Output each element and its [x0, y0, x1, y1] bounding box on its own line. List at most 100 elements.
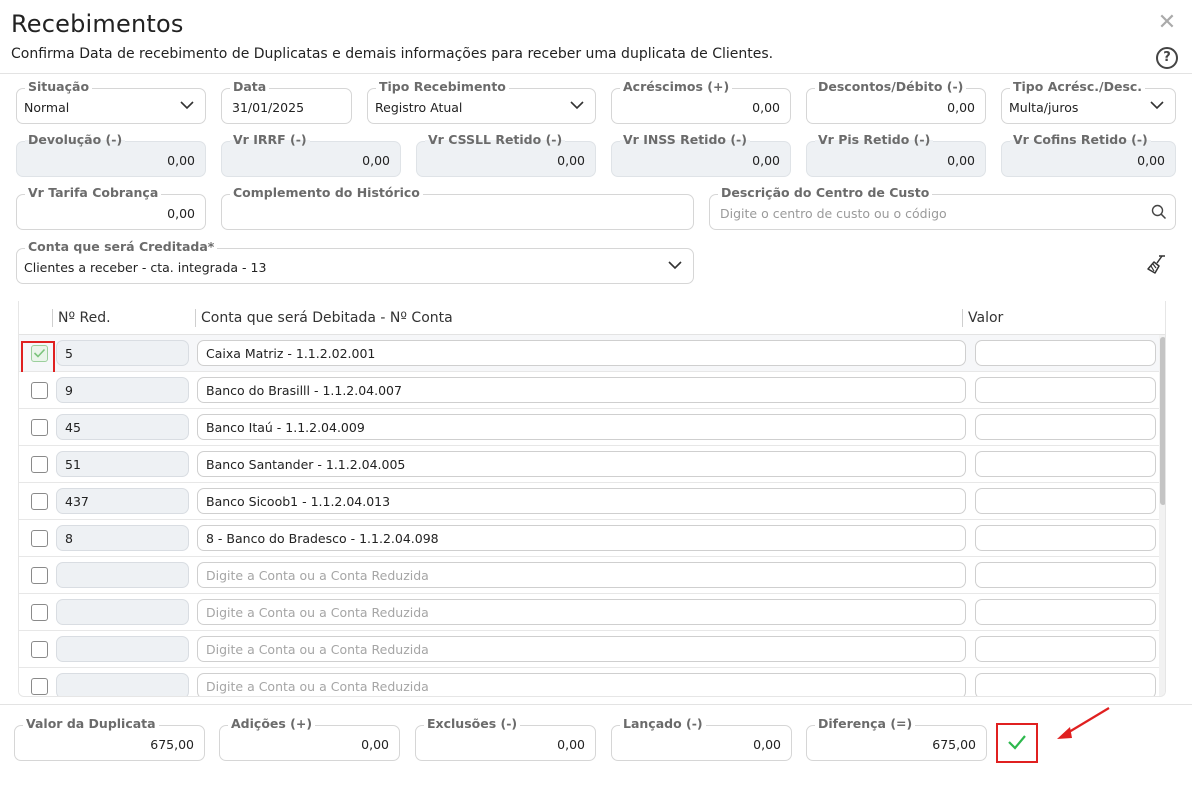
vr-irrf-value: 0,00 [362, 153, 390, 168]
acrescimos-value: 0,00 [752, 100, 780, 115]
valor-duplicata-value: 675,00 [150, 737, 194, 752]
valor-input[interactable] [975, 488, 1156, 514]
chevron-down-icon [570, 101, 584, 110]
column-header-valor[interactable]: Valor [968, 310, 1003, 326]
confirm-button[interactable] [996, 723, 1038, 763]
data-field[interactable]: Data 31/01/2025 [221, 79, 352, 124]
conta-input[interactable]: Banco Sicoob1 - 1.1.2.04.013 [197, 488, 966, 514]
row-checkbox[interactable] [31, 456, 48, 473]
acrescimos-label: Acréscimos (+) [620, 79, 733, 95]
situacao-select[interactable]: Situação Normal [16, 79, 206, 124]
exclusoes-label: Exclusões (-) [424, 716, 521, 732]
conta-input[interactable]: Digite a Conta ou a Conta Reduzida [197, 562, 966, 588]
valor-input[interactable] [975, 562, 1156, 588]
tipo-recebimento-select[interactable]: Tipo Recebimento Registro Atual [367, 79, 596, 124]
vr-tarifa-value: 0,00 [167, 206, 195, 221]
help-icon[interactable]: ? [1156, 47, 1178, 69]
vr-csll-value: 0,00 [557, 153, 585, 168]
valor-input[interactable] [975, 636, 1156, 662]
conta-creditada-select[interactable]: Conta que será Creditada* Clientes a rec… [16, 239, 694, 284]
conta-input[interactable]: Banco Santander - 1.1.2.04.005 [197, 451, 966, 477]
table-row[interactable]: Digite a Conta ou a Conta Reduzida [19, 594, 1159, 631]
close-icon[interactable]: ✕ [1156, 12, 1178, 34]
vr-inss-value: 0,00 [752, 153, 780, 168]
conta-input[interactable]: Digite a Conta ou a Conta Reduzida [197, 636, 966, 662]
row-checkbox[interactable] [31, 604, 48, 621]
table-row[interactable]: 8 8 - Banco do Bradesco - 1.1.2.04.098 [19, 520, 1159, 557]
devolucao-value: 0,00 [167, 153, 195, 168]
conta-input[interactable]: Banco Itaú - 1.1.2.04.009 [197, 414, 966, 440]
nred-cell: 437 [56, 488, 189, 514]
vr-cofins-field: Vr Cofins Retido (-) 0,00 [1001, 132, 1176, 177]
annotation-arrow-icon [1057, 707, 1110, 739]
conta-input[interactable]: Banco do Brasilll - 1.1.2.04.007 [197, 377, 966, 403]
complemento-field[interactable]: Complemento do Histórico [221, 185, 694, 230]
adicoes-field: Adições (+) 0,00 [219, 716, 400, 761]
search-icon[interactable] [1151, 204, 1167, 220]
data-label: Data [230, 79, 270, 95]
lancado-field: Lançado (-) 0,00 [611, 716, 792, 761]
exclusoes-value: 0,00 [557, 737, 585, 752]
grid-scrollbar-thumb[interactable] [1160, 337, 1165, 505]
row-checkbox[interactable] [31, 493, 48, 510]
row-checkbox[interactable] [31, 530, 48, 547]
nred-cell [56, 599, 189, 625]
vr-tarifa-label: Vr Tarifa Cobrança [25, 185, 162, 201]
valor-input[interactable] [975, 340, 1156, 366]
table-row[interactable]: 9 Banco do Brasilll - 1.1.2.04.007 [19, 372, 1159, 409]
conta-input[interactable]: Caixa Matriz - 1.1.2.02.001 [197, 340, 966, 366]
chevron-down-icon [180, 101, 194, 110]
table-row[interactable]: Digite a Conta ou a Conta Reduzida [19, 631, 1159, 668]
diferenca-field: Diferença (=) 675,00 [806, 716, 987, 761]
row-checkbox[interactable] [31, 641, 48, 658]
row-checkbox[interactable] [31, 382, 48, 399]
vr-cofins-label: Vr Cofins Retido (-) [1010, 132, 1151, 148]
row-checkbox[interactable] [31, 678, 48, 695]
vr-tarifa-field[interactable]: Vr Tarifa Cobrança 0,00 [16, 185, 206, 230]
nred-cell: 5 [56, 340, 189, 366]
descontos-field[interactable]: Descontos/Débito (-) 0,00 [806, 79, 986, 124]
descontos-label: Descontos/Débito (-) [815, 79, 967, 95]
debit-accounts-grid: Nº Red. Conta que será Debitada - Nº Con… [18, 301, 1166, 697]
nred-cell [56, 673, 189, 696]
valor-duplicata-label: Valor da Duplicata [23, 716, 159, 732]
table-row[interactable]: 45 Banco Itaú - 1.1.2.04.009 [19, 409, 1159, 446]
centro-custo-input[interactable]: Descrição do Centro de Custo Digite o ce… [709, 185, 1176, 230]
conta-input[interactable]: Digite a Conta ou a Conta Reduzida [197, 673, 966, 696]
situacao-label: Situação [25, 79, 93, 95]
situacao-value: Normal [24, 100, 70, 115]
nred-cell: 8 [56, 525, 189, 551]
acrescimos-field[interactable]: Acréscimos (+) 0,00 [611, 79, 791, 124]
data-value: 31/01/2025 [232, 100, 305, 115]
valor-duplicata-field: Valor da Duplicata 675,00 [14, 716, 205, 761]
valor-input[interactable] [975, 673, 1156, 696]
table-row[interactable]: 5 Caixa Matriz - 1.1.2.02.001 [19, 335, 1159, 374]
row-checkbox[interactable] [31, 419, 48, 436]
vr-irrf-field: Vr IRRF (-) 0,00 [221, 132, 401, 177]
table-row[interactable]: 437 Banco Sicoob1 - 1.1.2.04.013 [19, 483, 1159, 520]
devolucao-field: Devolução (-) 0,00 [16, 132, 206, 177]
descontos-value: 0,00 [947, 100, 975, 115]
conta-input[interactable]: 8 - Banco do Bradesco - 1.1.2.04.098 [197, 525, 966, 551]
vr-irrf-label: Vr IRRF (-) [230, 132, 310, 148]
conta-creditada-value: Clientes a receber - cta. integrada - 13 [24, 260, 267, 275]
valor-input[interactable] [975, 525, 1156, 551]
table-row[interactable]: 51 Banco Santander - 1.1.2.04.005 [19, 446, 1159, 483]
table-row[interactable]: Digite a Conta ou a Conta Reduzida [19, 557, 1159, 594]
conta-input[interactable]: Digite a Conta ou a Conta Reduzida [197, 599, 966, 625]
row-checkbox[interactable] [31, 567, 48, 584]
chevron-down-icon [1150, 101, 1164, 110]
column-header-conta[interactable]: Conta que será Debitada - Nº Conta [201, 310, 453, 326]
valor-input[interactable] [975, 599, 1156, 625]
vr-csll-field: Vr CSSLL Retido (-) 0,00 [416, 132, 596, 177]
grid-header: Nº Red. Conta que será Debitada - Nº Con… [19, 301, 1165, 335]
valor-input[interactable] [975, 377, 1156, 403]
table-row[interactable]: Digite a Conta ou a Conta Reduzida [19, 668, 1159, 696]
valor-input[interactable] [975, 451, 1156, 477]
valor-input[interactable] [975, 414, 1156, 440]
broom-icon[interactable] [1144, 253, 1168, 277]
tipo-acresc-select[interactable]: Tipo Acrésc./Desc. Multa/juros [1001, 79, 1176, 124]
column-header-nred[interactable]: Nº Red. [58, 310, 111, 326]
header-divider [0, 73, 1192, 74]
lancado-label: Lançado (-) [620, 716, 706, 732]
